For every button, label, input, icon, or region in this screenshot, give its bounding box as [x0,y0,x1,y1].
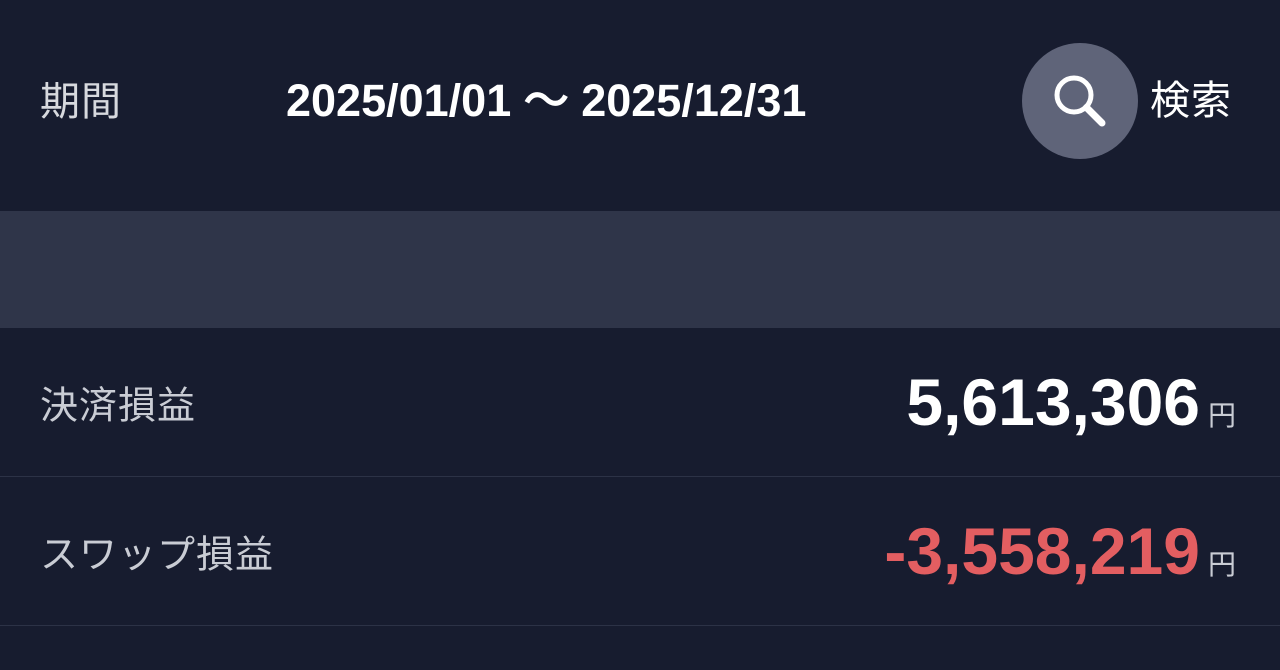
settlement-pnl-value: 5,613,306 円 [906,364,1236,440]
search-icon[interactable] [1022,43,1138,159]
swap-pnl-value: -3,558,219 円 [884,513,1236,589]
swap-pnl-unit: 円 [1207,548,1236,581]
period-label: 期間 [40,79,122,125]
settlement-pnl-row: 決済損益 5,613,306 円 [0,328,1280,477]
swap-pnl-amount: -3,558,219 [884,514,1200,588]
swap-pnl-row: スワップ損益 -3,558,219 円 [0,477,1280,626]
period-header: 期間 2025/01/01 〜 2025/12/31 検索 [0,0,1280,211]
period-range[interactable]: 2025/01/01 〜 2025/12/31 [286,74,806,128]
settlement-pnl-amount: 5,613,306 [906,365,1200,439]
pnl-list: 決済損益 5,613,306 円 スワップ損益 -3,558,219 円 [0,328,1280,626]
settlement-pnl-label: 決済損益 [40,383,197,428]
section-divider-band [0,211,1280,328]
swap-pnl-label: スワップ損益 [40,532,275,577]
search-label[interactable]: 検索 [1150,75,1232,127]
search-button[interactable]: 検索 [1022,42,1252,160]
magnifier-glyph [1054,75,1106,127]
pnl-screen: 期間 2025/01/01 〜 2025/12/31 検索 決済損益 5,613… [0,0,1280,670]
settlement-pnl-unit: 円 [1207,399,1236,432]
